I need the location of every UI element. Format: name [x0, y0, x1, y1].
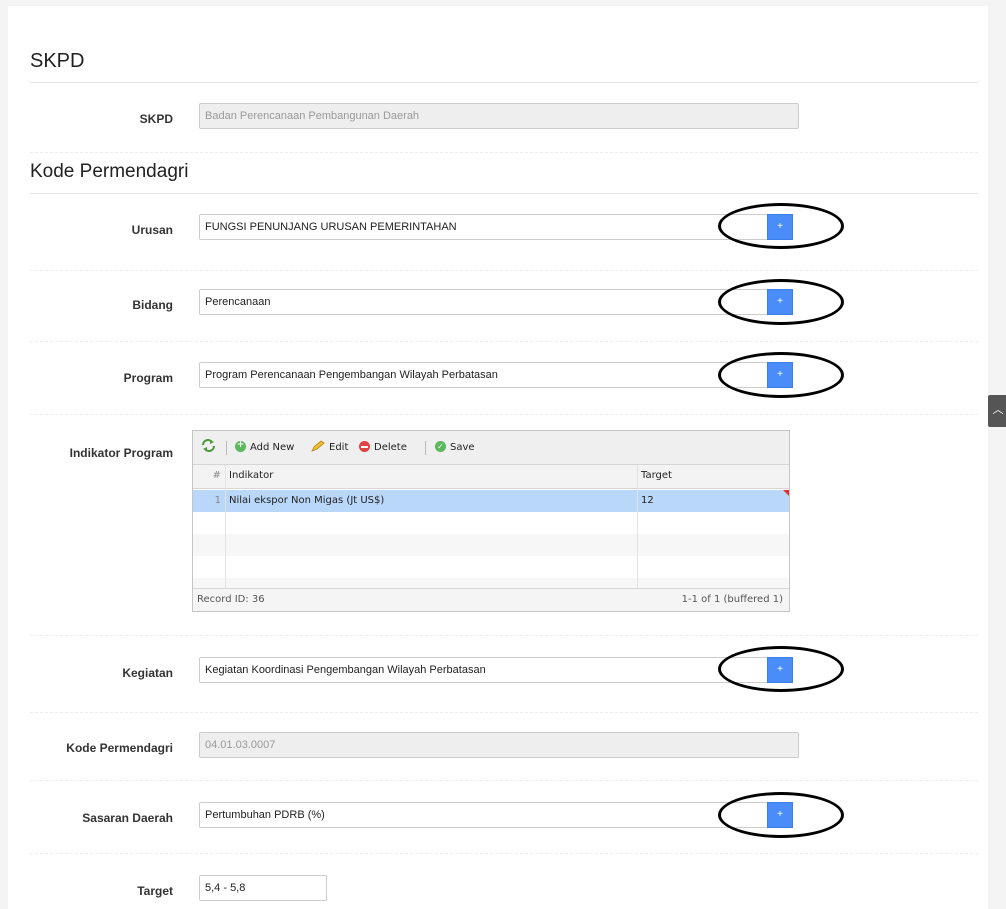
program-field[interactable]: Program Perencanaan Pengembangan Wilayah…	[199, 362, 769, 388]
section-divider	[30, 193, 978, 194]
skpd-label: SKPD	[139, 112, 173, 126]
row-divider	[30, 712, 978, 713]
column-divider	[637, 465, 638, 591]
skpd-field: Badan Perencanaan Pembangunan Daerah	[199, 103, 799, 129]
add-icon	[235, 440, 246, 452]
row-divider	[30, 270, 978, 271]
delete-icon	[359, 441, 370, 452]
program-label: Program	[123, 371, 173, 385]
paging-text: 1-1 of 1 (buffered 1)	[681, 594, 783, 605]
header-row: # Indikator Target	[193, 465, 789, 487]
section-title-skpd: SKPD	[30, 50, 85, 72]
urusan-add-button[interactable]: +	[767, 214, 793, 240]
scroll-top-button[interactable]: ︿	[988, 395, 1006, 427]
table-row	[193, 556, 789, 578]
row-divider	[30, 152, 978, 153]
add-new-label: Add New	[250, 442, 295, 453]
dirty-cell-marker	[783, 490, 789, 496]
section-divider	[30, 82, 978, 83]
bidang-field[interactable]: Perencanaan	[199, 289, 769, 315]
sasaran-daerah-field[interactable]: Pertumbuhan PDRB (%)	[199, 802, 769, 828]
kode-permendagri-label: Kode Permendagri	[66, 741, 173, 755]
indikator-program-label: Indikator Program	[69, 446, 173, 460]
grid-header: # Indikator Target	[193, 465, 789, 489]
sasaran-daerah-label: Sasaran Daerah	[82, 811, 173, 825]
kegiatan-field[interactable]: Kegiatan Koordinasi Pengembangan Wilayah…	[199, 657, 769, 683]
row-divider	[30, 853, 978, 854]
delete-button[interactable]: Delete	[359, 431, 407, 465]
bidang-label: Bidang	[132, 298, 173, 312]
program-add-button[interactable]: +	[767, 362, 793, 388]
save-button[interactable]: Save	[435, 431, 475, 465]
target-field[interactable]: 5,4 - 5,8	[199, 875, 327, 901]
urusan-field[interactable]: FUNGSI PENUNJANG URUSAN PEMERINTAHAN	[199, 214, 769, 240]
indikator-cell[interactable]: Nilai ekspor Non Migas (Jt US$)	[225, 490, 637, 512]
column-header-target[interactable]: Target	[637, 465, 789, 487]
sasaran-daerah-add-button[interactable]: +	[767, 802, 793, 828]
save-label: Save	[450, 442, 475, 453]
row-divider	[30, 635, 978, 636]
edit-label: Edit	[329, 442, 349, 453]
target-cell[interactable]: 12	[637, 490, 789, 512]
row-number: 1	[214, 495, 221, 506]
toolbar-separator	[226, 441, 227, 455]
column-header-indikator[interactable]: Indikator	[225, 465, 637, 487]
table-row	[193, 534, 789, 556]
kegiatan-label: Kegiatan	[122, 666, 173, 680]
row-divider	[30, 341, 978, 342]
add-new-button[interactable]: Add New	[235, 431, 294, 465]
edit-button[interactable]: Edit	[311, 431, 348, 465]
indikator-grid: Add New Edit Delete Save # Indikator Tar…	[192, 430, 790, 612]
grid-footer: Record ID: 36 1-1 of 1 (buffered 1)	[193, 588, 789, 611]
row-divider	[30, 780, 978, 781]
pencil-icon	[311, 433, 325, 452]
grid-toolbar: Add New Edit Delete Save	[193, 431, 789, 465]
section-title-kode-permendagri: Kode Permendagri	[30, 161, 189, 182]
refresh-icon[interactable]	[201, 431, 216, 465]
urusan-label: Urusan	[131, 223, 173, 237]
row-divider	[30, 414, 978, 415]
column-header-number: #	[212, 470, 221, 481]
delete-label: Delete	[374, 442, 407, 453]
toolbar-separator	[425, 441, 426, 455]
kode-permendagri-field: 04.01.03.0007	[199, 732, 799, 758]
table-row	[193, 512, 789, 534]
bidang-add-button[interactable]: +	[767, 289, 793, 315]
table-row[interactable]: 1 Nilai ekspor Non Migas (Jt US$) 12	[193, 490, 789, 512]
target-label: Target	[137, 884, 173, 898]
record-id-text: Record ID: 36	[197, 594, 265, 605]
save-icon	[435, 441, 446, 452]
column-divider	[225, 465, 226, 591]
chevron-up-icon: ︿	[992, 404, 1004, 416]
kegiatan-add-button[interactable]: +	[767, 657, 793, 683]
